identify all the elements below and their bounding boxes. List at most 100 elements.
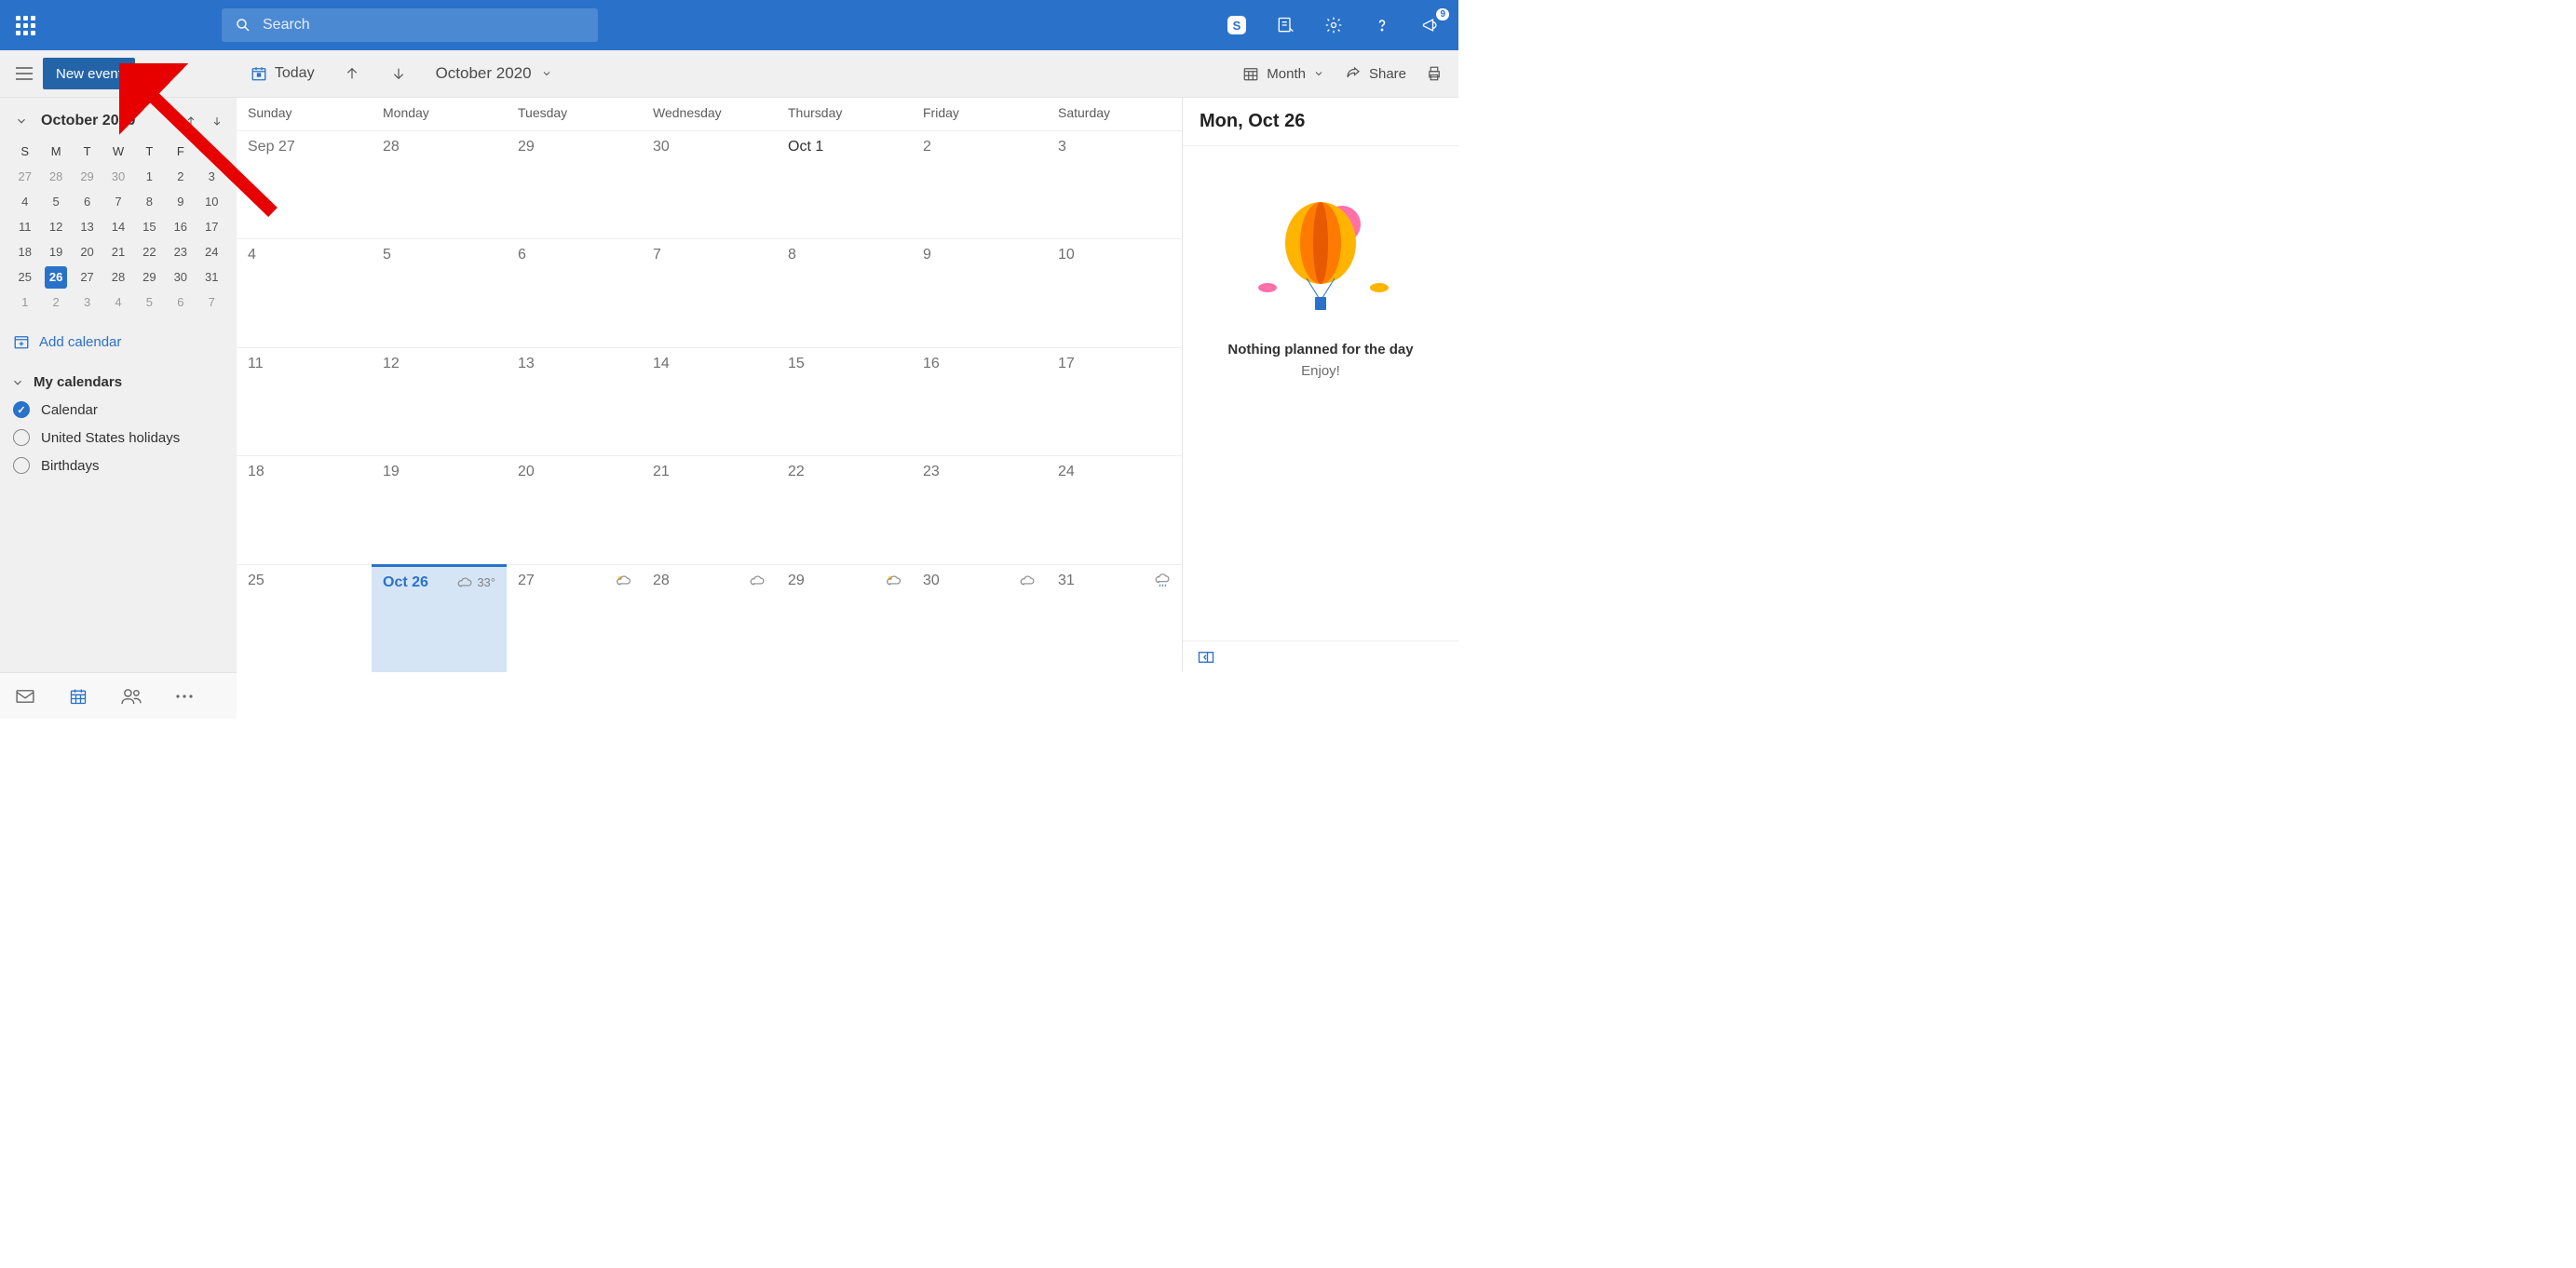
mini-day-cell[interactable]: 9: [165, 189, 196, 214]
add-calendar-button[interactable]: Add calendar: [9, 333, 227, 350]
day-cell[interactable]: 31: [1047, 565, 1182, 672]
mini-day-cell[interactable]: 26: [40, 264, 71, 290]
day-cell[interactable]: 30: [642, 131, 777, 238]
mini-day-cell[interactable]: 6: [72, 189, 102, 214]
mini-day-cell[interactable]: 31: [197, 264, 227, 290]
next-period-button[interactable]: [382, 57, 415, 90]
day-cell[interactable]: 14: [642, 348, 777, 455]
mini-day-cell[interactable]: 16: [165, 214, 196, 239]
calendar-checkbox[interactable]: [13, 429, 30, 446]
help-button[interactable]: [1362, 5, 1403, 46]
day-cell[interactable]: 13: [507, 348, 642, 455]
calendar-item[interactable]: Calendar: [13, 401, 227, 418]
mini-day-cell[interactable]: 4: [102, 290, 133, 315]
more-modules-button[interactable]: [175, 694, 194, 699]
day-cell[interactable]: 28: [372, 131, 507, 238]
day-cell[interactable]: 4: [237, 239, 372, 346]
day-cell[interactable]: Oct 1: [777, 131, 912, 238]
mini-day-cell[interactable]: 28: [40, 164, 71, 189]
day-cell[interactable]: 16: [912, 348, 1047, 455]
mini-collapse-button[interactable]: [11, 111, 32, 131]
skype-button[interactable]: S: [1216, 5, 1257, 46]
day-cell[interactable]: 15: [777, 348, 912, 455]
settings-button[interactable]: [1313, 5, 1354, 46]
my-calendars-header[interactable]: My calendars: [9, 374, 227, 390]
day-cell[interactable]: Sep 27: [237, 131, 372, 238]
mini-day-cell[interactable]: 6: [165, 290, 196, 315]
mini-day-cell[interactable]: 3: [72, 290, 102, 315]
mini-day-cell[interactable]: 5: [134, 290, 165, 315]
mini-day-cell[interactable]: 30: [165, 264, 196, 290]
day-cell[interactable]: 21: [642, 456, 777, 563]
mail-module-button[interactable]: [15, 689, 35, 704]
mini-prev-button[interactable]: [181, 111, 201, 131]
mini-day-cell[interactable]: 15: [134, 214, 165, 239]
mini-day-cell[interactable]: 8: [134, 189, 165, 214]
day-cell[interactable]: 25: [237, 565, 372, 672]
mini-day-cell[interactable]: 25: [9, 264, 40, 290]
calendar-checkbox[interactable]: [13, 457, 30, 474]
calendar-item[interactable]: United States holidays: [13, 429, 227, 446]
day-cell[interactable]: 30: [912, 565, 1047, 672]
mini-day-cell[interactable]: 12: [40, 214, 71, 239]
new-event-button[interactable]: New event: [43, 58, 135, 89]
day-cell[interactable]: 19: [372, 456, 507, 563]
mini-day-cell[interactable]: 18: [9, 239, 40, 264]
day-cell[interactable]: 2: [912, 131, 1047, 238]
mini-day-cell[interactable]: 1: [134, 164, 165, 189]
people-module-button[interactable]: [121, 688, 142, 705]
mini-day-cell[interactable]: 2: [40, 290, 71, 315]
day-cell[interactable]: 3: [1047, 131, 1182, 238]
day-cell[interactable]: 9: [912, 239, 1047, 346]
day-cell[interactable]: 6: [507, 239, 642, 346]
mini-day-cell[interactable]: 1: [9, 290, 40, 315]
notifications-button[interactable]: 9: [1410, 5, 1451, 46]
mini-day-cell[interactable]: 13: [72, 214, 102, 239]
day-cell[interactable]: 28: [642, 565, 777, 672]
day-cell[interactable]: 24: [1047, 456, 1182, 563]
share-button[interactable]: Share: [1335, 57, 1416, 90]
mini-day-cell[interactable]: 14: [102, 214, 133, 239]
mini-day-cell[interactable]: 27: [9, 164, 40, 189]
notes-button[interactable]: [1265, 5, 1306, 46]
mini-day-cell[interactable]: 2: [165, 164, 196, 189]
mini-day-cell[interactable]: 10: [197, 189, 227, 214]
search-input[interactable]: [263, 17, 585, 34]
prev-period-button[interactable]: [335, 57, 369, 90]
day-cell[interactable]: 22: [777, 456, 912, 563]
toggle-nav-button[interactable]: [9, 59, 39, 88]
mini-day-cell[interactable]: 27: [72, 264, 102, 290]
mini-next-button[interactable]: [207, 111, 227, 131]
mini-day-cell[interactable]: 5: [40, 189, 71, 214]
mini-day-cell[interactable]: 23: [165, 239, 196, 264]
mini-day-cell[interactable]: 11: [9, 214, 40, 239]
day-cell[interactable]: 27: [507, 565, 642, 672]
calendar-checkbox[interactable]: [13, 401, 30, 418]
mini-day-cell[interactable]: 7: [197, 290, 227, 315]
today-button[interactable]: Today: [243, 58, 322, 89]
day-cell[interactable]: 29: [777, 565, 912, 672]
day-cell[interactable]: Oct 2633°: [372, 564, 507, 672]
day-cell[interactable]: 17: [1047, 348, 1182, 455]
day-cell[interactable]: 12: [372, 348, 507, 455]
day-cell[interactable]: 20: [507, 456, 642, 563]
mini-day-cell[interactable]: 20: [72, 239, 102, 264]
search-box[interactable]: [222, 8, 598, 42]
calendar-item[interactable]: Birthdays: [13, 457, 227, 474]
day-cell[interactable]: 8: [777, 239, 912, 346]
day-cell[interactable]: 10: [1047, 239, 1182, 346]
period-picker[interactable]: October 2020: [436, 64, 552, 83]
print-button[interactable]: [1417, 57, 1451, 90]
mini-day-cell[interactable]: 30: [102, 164, 133, 189]
mini-day-cell[interactable]: 7: [102, 189, 133, 214]
mini-day-cell[interactable]: 29: [134, 264, 165, 290]
mini-day-cell[interactable]: 21: [102, 239, 133, 264]
mini-day-cell[interactable]: 24: [197, 239, 227, 264]
mini-day-cell[interactable]: 29: [72, 164, 102, 189]
mini-day-cell[interactable]: 3: [197, 164, 227, 189]
mini-day-cell[interactable]: 28: [102, 264, 133, 290]
calendar-module-button[interactable]: [69, 687, 88, 706]
day-cell[interactable]: 11: [237, 348, 372, 455]
day-cell[interactable]: 7: [642, 239, 777, 346]
day-cell[interactable]: 29: [507, 131, 642, 238]
